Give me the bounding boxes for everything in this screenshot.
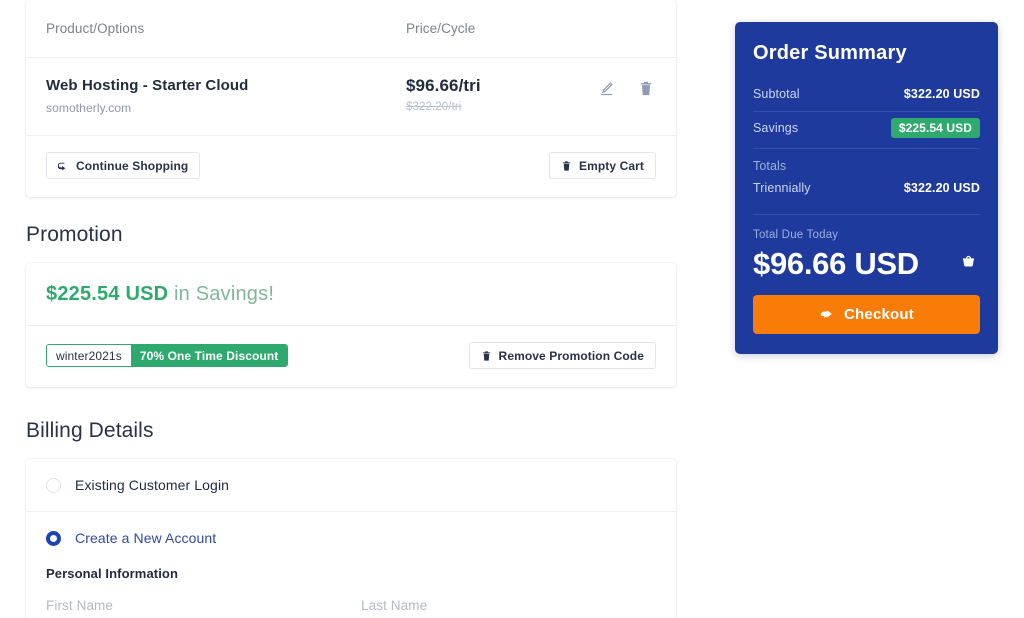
checkout-label: Checkout: [844, 306, 914, 323]
remove-promotion-code-button[interactable]: Remove Promotion Code: [468, 342, 656, 369]
promotion-savings-amount: $225.54 USD: [46, 283, 169, 305]
continue-shopping-button[interactable]: Continue Shopping: [46, 152, 201, 179]
checkout-button[interactable]: Checkout: [753, 295, 980, 334]
empty-cart-button[interactable]: Empty Cart: [548, 152, 656, 179]
continue-shopping-label: Continue Shopping: [76, 158, 189, 173]
arrow-right-icon: [819, 308, 833, 322]
edit-item-button[interactable]: [596, 78, 616, 98]
summary-cycle-label: Triennially: [753, 181, 811, 195]
main-column: Product/Options Price/Cycle Web Hosting …: [26, 0, 676, 618]
cart-card: Product/Options Price/Cycle Web Hosting …: [26, 0, 676, 197]
empty-cart-label: Empty Cart: [578, 158, 644, 173]
cart-item-pricing: $96.66/tri $322.20/tri: [406, 76, 596, 113]
cart-item-price: $96.66/tri: [406, 76, 481, 95]
radio-existing-customer[interactable]: [46, 477, 61, 493]
summary-row-subtotal: Subtotal $322.20 USD: [753, 81, 980, 112]
billing-option-new-account[interactable]: Create a New Account: [26, 512, 676, 556]
summary-due-today-amount: $96.66 USD: [753, 246, 919, 281]
last-name-field-group: Last Name: [361, 598, 656, 618]
promotion-savings-text: in Savings!: [168, 283, 275, 305]
trash-icon: [481, 350, 492, 362]
billing-option-existing-label: Existing Customer Login: [75, 477, 230, 493]
shopping-basket-icon: [961, 254, 976, 274]
delete-item-button[interactable]: [636, 78, 656, 98]
column-header-price: Price/Cycle: [406, 21, 476, 36]
summary-savings-label: Savings: [753, 121, 799, 135]
summary-savings-badge: $225.54 USD: [890, 118, 980, 138]
trash-icon: [638, 80, 654, 97]
order-summary-panel: Order Summary Subtotal $322.20 USD Savin…: [735, 22, 998, 354]
summary-cycle-value: $322.20 USD: [903, 181, 980, 195]
first-name-label: First Name: [46, 598, 114, 613]
promotion-code-value: winter2021s: [47, 345, 131, 366]
promotion-code-chip: winter2021s 70% One Time Discount: [46, 344, 289, 367]
summary-due-today-row: $96.66 USD: [753, 247, 980, 295]
summary-row-cycle: Triennially $322.20 USD: [753, 175, 980, 205]
summary-row-savings: Savings $225.54 USD: [753, 112, 980, 149]
first-name-field-group: First Name: [46, 598, 341, 618]
cart-item-original-price: $322.20/tri: [406, 101, 462, 113]
personal-information-heading: Personal Information: [46, 566, 179, 581]
pencil-icon: [598, 80, 615, 97]
billing-card: Existing Customer Login Create a New Acc…: [26, 459, 676, 618]
cart-item-actions: [596, 76, 656, 98]
summary-subtotal-label: Subtotal: [753, 87, 800, 101]
cart-item-product: Web Hosting - Starter Cloud somotherly.c…: [46, 76, 406, 115]
name-field-row: First Name Last Name: [26, 581, 676, 618]
trash-icon: [561, 160, 572, 172]
promotion-body: winter2021s 70% One Time Discount Remove…: [26, 326, 676, 387]
summary-subtotal-value: $322.20 USD: [903, 87, 980, 101]
promotion-code-description: 70% One Time Discount: [130, 345, 288, 366]
checkout-page: Product/Options Price/Cycle Web Hosting …: [0, 0, 1024, 618]
back-arrow-icon: [58, 160, 69, 171]
last-name-label: Last Name: [361, 598, 428, 613]
promotion-savings-banner: $225.54 USD in Savings!: [26, 263, 676, 326]
promotion-section-title: Promotion: [26, 223, 123, 246]
summary-due-today-label: Total Due Today: [753, 229, 839, 241]
table-row: Web Hosting - Starter Cloud somotherly.c…: [26, 58, 676, 136]
remove-promotion-label: Remove Promotion Code: [498, 348, 644, 363]
billing-section-title: Billing Details: [26, 419, 154, 442]
billing-option-new-label: Create a New Account: [75, 530, 217, 546]
summary-totals-heading: Totals: [753, 159, 787, 173]
billing-option-existing-customer[interactable]: Existing Customer Login: [26, 459, 676, 512]
cart-table-header: Product/Options Price/Cycle: [26, 0, 676, 58]
order-summary-title: Order Summary: [753, 42, 907, 64]
radio-new-account[interactable]: [46, 530, 61, 546]
column-header-product: Product/Options: [46, 21, 145, 36]
promotion-card: $225.54 USD in Savings! winter2021s 70% …: [26, 263, 676, 387]
cart-footer: Continue Shopping Empty Cart: [26, 136, 676, 197]
cart-item-domain[interactable]: somotherly.com: [46, 101, 406, 115]
cart-item-name: Web Hosting - Starter Cloud: [46, 77, 249, 94]
